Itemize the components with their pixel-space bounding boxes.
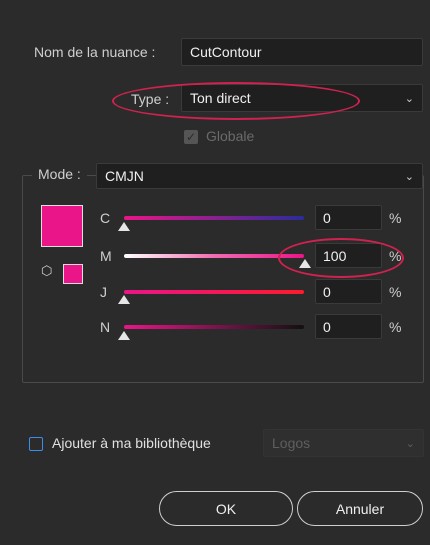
- gamut-swatch[interactable]: [63, 264, 83, 284]
- global-label: Globale: [206, 128, 255, 144]
- swatch-name-label: Nom de la nuance :: [34, 44, 156, 60]
- channel-letter-j: J: [100, 284, 107, 300]
- value-input-c[interactable]: 0: [315, 205, 382, 230]
- swatch-name-input[interactable]: CutContour: [181, 38, 423, 66]
- mode-legend: Mode :: [32, 166, 87, 182]
- ok-button[interactable]: OK: [159, 491, 293, 526]
- channel-letter-c: C: [100, 210, 111, 226]
- library-dropdown[interactable]: Logos ⌄: [263, 429, 424, 457]
- cancel-button[interactable]: Annuler: [297, 491, 423, 526]
- mode-value: CMJN: [105, 168, 144, 184]
- library-label: Ajouter à ma bibliothèque: [52, 435, 211, 451]
- chevron-down-icon: ⌄: [404, 92, 414, 105]
- slider-track-j[interactable]: [124, 290, 304, 294]
- mode-dropdown[interactable]: CMJN ⌄: [96, 163, 423, 189]
- channel-letter-m: M: [100, 248, 112, 264]
- percent-n: %: [389, 319, 402, 335]
- percent-c: %: [389, 210, 402, 226]
- mode-label: Mode :: [38, 166, 81, 182]
- channel-letter-n: N: [100, 319, 111, 335]
- slider-thumb-n[interactable]: [118, 331, 130, 340]
- chevron-down-icon: ⌄: [404, 170, 414, 183]
- slider-track-n[interactable]: [124, 325, 304, 329]
- checkmark-icon: ✓: [185, 130, 197, 144]
- library-value: Logos: [272, 435, 311, 451]
- slider-track-m[interactable]: [124, 254, 304, 258]
- value-c: 0: [323, 209, 331, 226]
- color-preview-swatch: [41, 205, 83, 247]
- slider-track-c[interactable]: [124, 216, 304, 220]
- swatch-name-value: CutContour: [190, 44, 262, 60]
- value-input-n[interactable]: 0: [315, 314, 382, 339]
- value-j: 0: [323, 283, 331, 300]
- percent-j: %: [389, 284, 402, 300]
- type-annotation-ellipse: [112, 82, 360, 120]
- slider-thumb-c[interactable]: [118, 222, 130, 231]
- value-input-j[interactable]: 0: [315, 279, 382, 304]
- cube-icon: ⬡: [41, 263, 53, 278]
- value-n: 0: [323, 318, 331, 335]
- chevron-down-icon: ⌄: [405, 437, 415, 450]
- slider-thumb-j[interactable]: [118, 295, 130, 304]
- library-checkbox[interactable]: [29, 437, 43, 451]
- value-annotation-ellipse: [278, 238, 404, 278]
- global-checkbox[interactable]: ✓: [184, 130, 198, 144]
